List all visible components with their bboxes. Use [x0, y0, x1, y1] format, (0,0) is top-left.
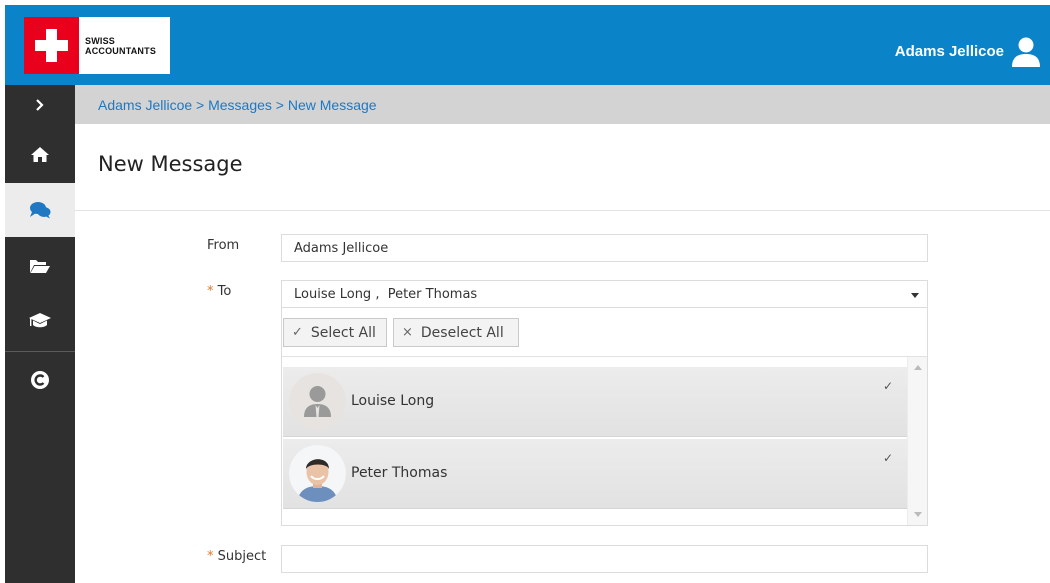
close-icon: ×: [402, 325, 413, 340]
to-label: * To: [207, 284, 231, 299]
to-label-text: To: [217, 284, 232, 299]
sidebar-item-home[interactable]: [5, 127, 75, 181]
subject-input[interactable]: [281, 545, 928, 573]
check-icon: ✓: [292, 325, 303, 340]
from-label: From: [207, 238, 240, 253]
title-divider: [75, 210, 1050, 211]
deselect-all-button[interactable]: × Deselect All: [393, 318, 519, 347]
required-marker: *: [207, 549, 214, 564]
breadcrumb[interactable]: Adams Jellicoe > Messages > New Message: [98, 97, 377, 113]
sidebar-item-messages[interactable]: [5, 183, 75, 237]
company-logo[interactable]: SWISS ACCOUNTANTS: [24, 17, 170, 74]
scroll-down-icon[interactable]: [914, 512, 922, 517]
sidebar: [5, 85, 75, 583]
user-avatar-icon[interactable]: [1010, 36, 1042, 68]
placeholder-avatar-icon: [289, 373, 346, 430]
sidebar-item-circular[interactable]: [5, 353, 75, 407]
sidebar-item-documents[interactable]: [5, 239, 75, 293]
deselect-all-label: Deselect All: [420, 324, 504, 341]
list-item[interactable]: Louise Long ✓: [283, 367, 907, 437]
folder-open-icon: [30, 260, 50, 273]
graduation-cap-icon: [29, 313, 51, 328]
recipient-name: Peter Thomas: [351, 465, 448, 481]
top-header: SWISS ACCOUNTANTS Adams Jellicoe: [5, 5, 1050, 85]
list-item[interactable]: Peter Thomas ✓: [283, 439, 907, 509]
photo-avatar-icon: [289, 445, 346, 502]
required-marker: *: [207, 284, 214, 299]
subject-label: * Subject: [207, 549, 266, 564]
scroll-up-icon[interactable]: [914, 365, 922, 370]
select-all-label: Select All: [310, 324, 376, 341]
sidebar-divider: [5, 351, 75, 352]
swiss-flag-icon: [24, 17, 79, 74]
page-title: New Message: [98, 152, 243, 176]
select-all-button[interactable]: ✓ Select All: [283, 318, 387, 347]
selected-check-icon: ✓: [882, 379, 893, 393]
from-field: Adams Jellicoe: [281, 234, 928, 262]
dropdown-scrollbar[interactable]: [907, 357, 927, 525]
recipient-name: Louise Long: [351, 393, 435, 409]
logo-line-1: SWISS: [85, 35, 116, 46]
chat-icon: [30, 202, 51, 219]
home-icon: [31, 146, 49, 162]
selected-check-icon: ✓: [882, 451, 893, 465]
logo-text: SWISS ACCOUNTANTS: [85, 36, 156, 56]
subject-label-text: Subject: [217, 549, 267, 564]
logo-line-2: ACCOUNTANTS: [85, 45, 157, 56]
recipient-dropdown: ✓ Select All × Deselect All Louise Long …: [281, 308, 928, 526]
sidebar-expand-button[interactable]: [5, 85, 75, 125]
to-selected-value: Louise Long , Peter Thomas: [294, 287, 478, 302]
user-name[interactable]: Adams Jellicoe: [895, 43, 1004, 60]
circular-c-icon: [31, 371, 49, 389]
recipient-list: Louise Long ✓ Peter Thomas ✓: [283, 367, 907, 510]
breadcrumb-bar: Adams Jellicoe > Messages > New Message: [75, 85, 1050, 124]
dropdown-toolbar: ✓ Select All × Deselect All: [282, 308, 927, 357]
sidebar-item-education[interactable]: [5, 294, 75, 348]
chevron-right-icon: [36, 99, 44, 111]
caret-down-icon[interactable]: [911, 293, 919, 298]
to-recipient-select[interactable]: Louise Long , Peter Thomas: [281, 280, 928, 308]
